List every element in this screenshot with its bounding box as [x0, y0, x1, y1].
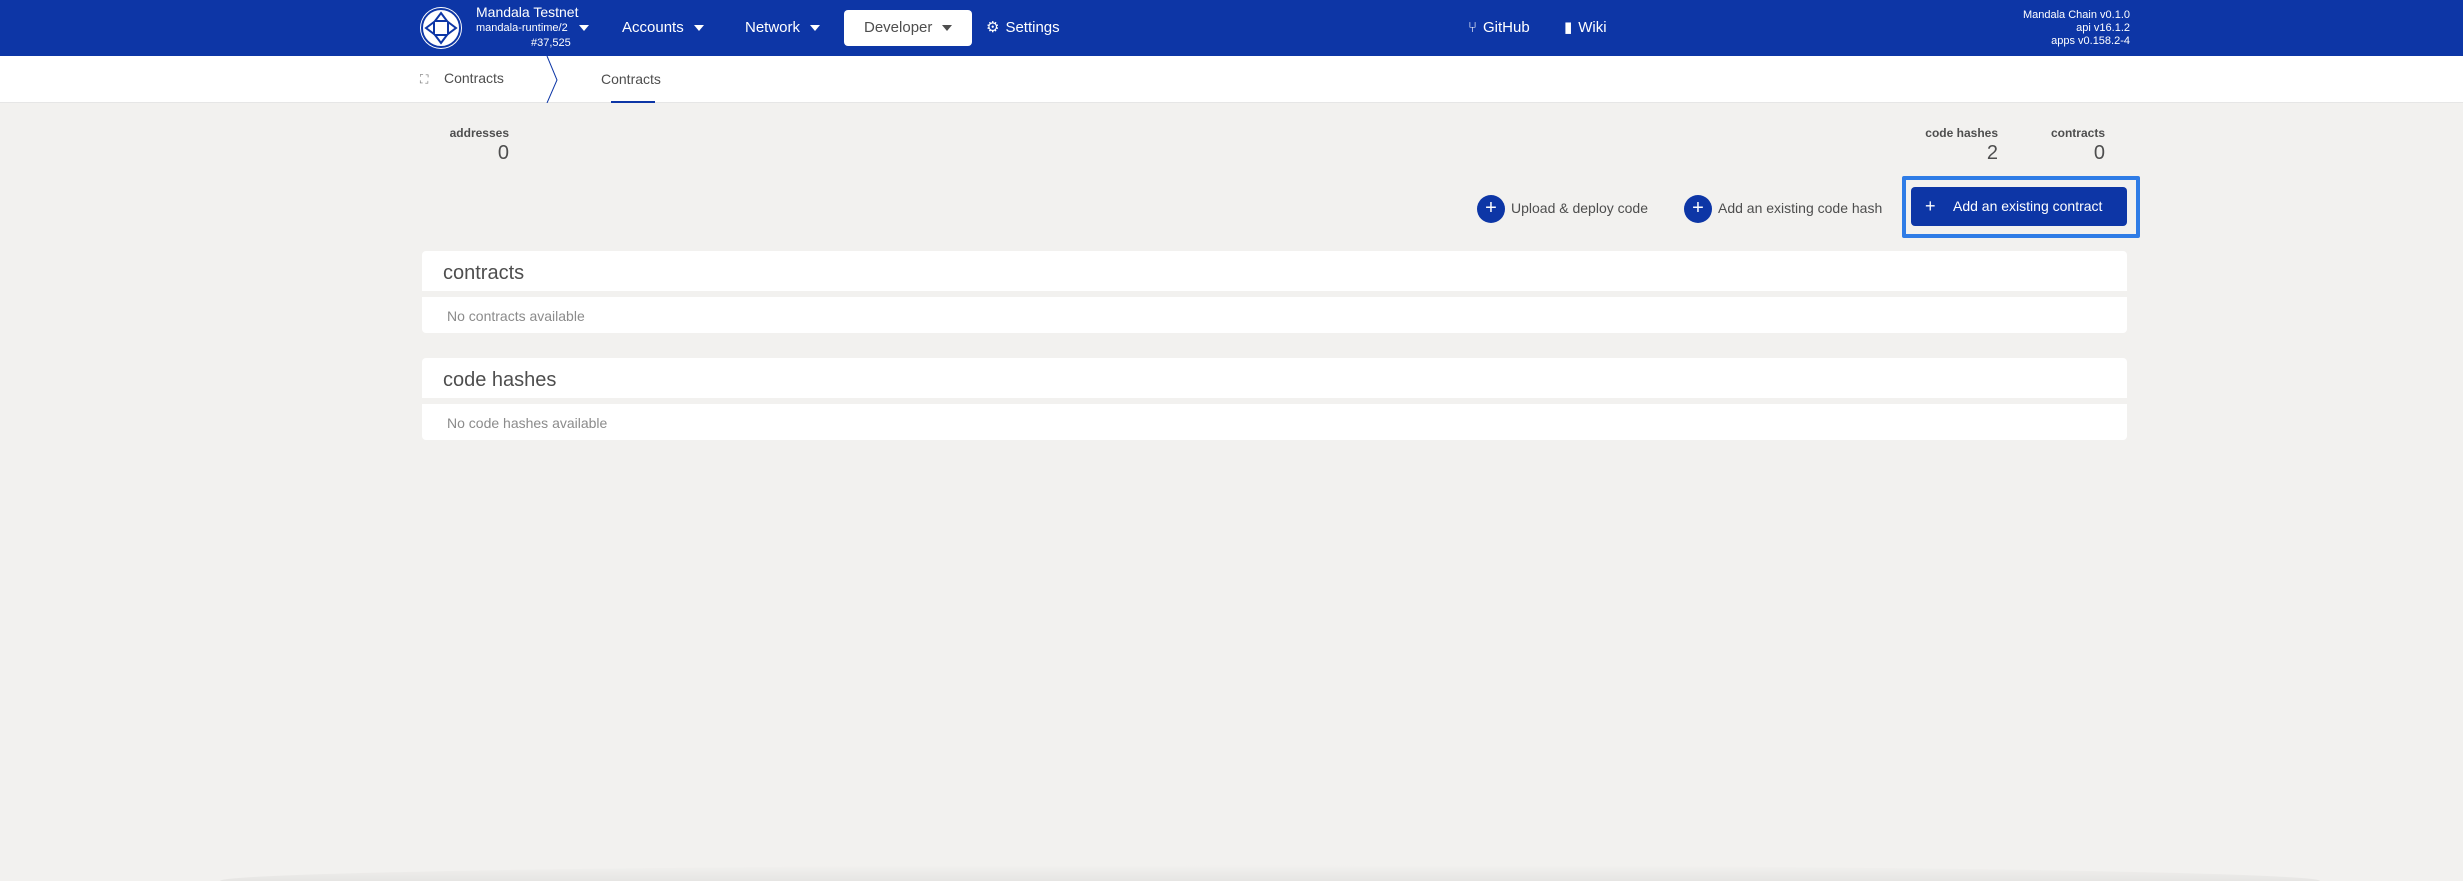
summary-contracts: contracts 0 [2040, 126, 2105, 165]
tab-contracts[interactable]: Contracts [601, 71, 661, 87]
chain-logo-icon[interactable] [420, 7, 462, 49]
upload-deploy-label: Upload & deploy code [1511, 200, 1648, 216]
link-github-label: GitHub [1483, 19, 1530, 36]
bottom-shadow [220, 865, 2320, 881]
top-menu-bar: Mandala Testnet mandala-runtime/2 #37,52… [0, 0, 2463, 56]
summary-addresses-label: addresses [449, 126, 509, 140]
link-wiki[interactable]: ▮ Wiki [1564, 10, 1607, 46]
chevron-down-icon [693, 25, 704, 32]
menu-accounts[interactable]: Accounts [622, 10, 704, 46]
book-icon: ▮ [1564, 19, 1573, 36]
contracts-table-header: contracts [422, 251, 2127, 291]
chevron-down-icon [942, 25, 953, 32]
summary-addresses-value: 0 [497, 142, 509, 164]
plus-icon: + [1925, 196, 1936, 216]
chevron-down-icon [579, 25, 589, 31]
version-info: Mandala Chain v0.1.0 api v16.1.2 apps v0… [1980, 9, 2130, 48]
summary-code-hashes-label: code hashes [1925, 126, 1998, 140]
tab-active-indicator [611, 101, 655, 103]
code-hashes-table-header: code hashes [422, 358, 2127, 398]
compress-icon: ⛶ [420, 72, 429, 86]
code-hashes-empty-message: No code hashes available [447, 415, 608, 431]
upload-deploy-button[interactable]: + Upload & deploy code [1477, 194, 1648, 224]
menu-settings-label: Settings [1005, 19, 1060, 36]
summary-addresses: addresses 0 [440, 126, 509, 165]
chain-name: Mandala Testnet [476, 4, 579, 20]
breadcrumb-separator [546, 56, 558, 103]
contracts-table-empty: No contracts available [422, 297, 2127, 333]
add-existing-contract-label: Add an existing contract [1953, 198, 2103, 214]
menu-developer[interactable]: Developer [844, 10, 973, 46]
chain-selector[interactable]: Mandala Testnet mandala-runtime/2 #37,52… [476, 4, 596, 50]
menu-network[interactable]: Network [745, 10, 821, 46]
add-code-hash-button[interactable]: + Add an existing code hash [1684, 194, 1883, 224]
menu-accounts-label: Accounts [622, 19, 684, 36]
plus-icon: + [1684, 195, 1712, 224]
tabs-root-label: Contracts [444, 70, 504, 86]
code-branch-icon: ⑂ [1468, 19, 1478, 36]
contracts-empty-message: No contracts available [447, 308, 585, 324]
plus-icon: + [1477, 195, 1505, 224]
tab-contracts-label: Contracts [601, 71, 661, 87]
link-github[interactable]: ⑂ GitHub [1468, 10, 1530, 46]
version-chain: Mandala Chain v0.1.0 [2022, 9, 2130, 21]
tabs-root: ⛶ Contracts [420, 70, 504, 87]
menu-network-label: Network [745, 19, 801, 36]
gears-icon: ⚙ [986, 19, 1000, 36]
version-apps: apps v0.158.2-4 [2051, 35, 2130, 47]
chain-runtime: mandala-runtime/2 [476, 22, 568, 34]
summary-code-hashes: code hashes 2 [1910, 126, 1998, 165]
add-code-hash-label: Add an existing code hash [1718, 200, 1883, 216]
summary-code-hashes-value: 2 [1986, 142, 1998, 164]
chain-block-number: #37,525 [531, 37, 571, 49]
link-wiki-label: Wiki [1578, 19, 1607, 36]
tabs-bar: ⛶ Contracts Contracts [0, 56, 2463, 103]
summary-contracts-value: 0 [2093, 142, 2105, 164]
menu-settings[interactable]: ⚙ Settings [986, 10, 1060, 46]
add-existing-contract-button[interactable]: + Add an existing contract [1911, 187, 2127, 226]
chevron-down-icon [810, 25, 821, 32]
menu-developer-label: Developer [864, 19, 933, 36]
code-hashes-table-empty: No code hashes available [422, 404, 2127, 440]
code-hashes-table-title: code hashes [443, 369, 557, 391]
version-api: api v16.1.2 [2076, 22, 2130, 34]
contracts-table-title: contracts [443, 262, 525, 284]
summary-contracts-label: contracts [2050, 126, 2105, 140]
